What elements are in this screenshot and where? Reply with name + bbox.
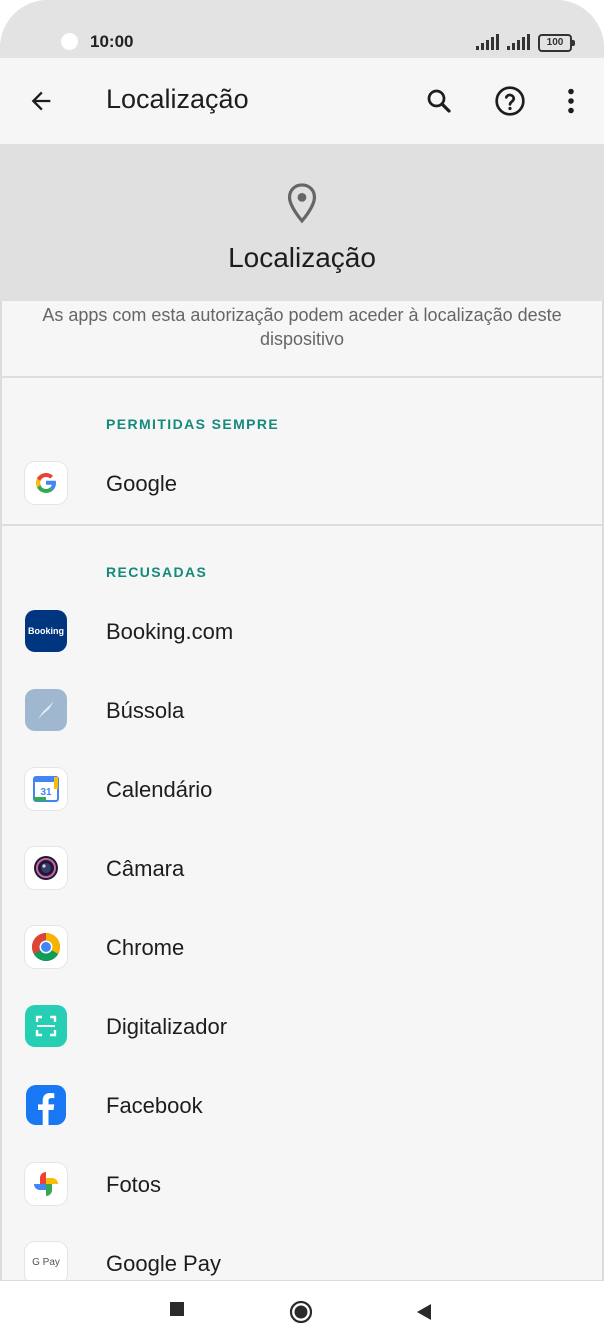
app-row-facebook[interactable]: Facebook bbox=[0, 1070, 604, 1146]
app-name: Digitalizador bbox=[106, 1014, 228, 1039]
signal-icon bbox=[507, 34, 530, 50]
app-name: Fotos bbox=[106, 1172, 162, 1197]
app-row-photos[interactable]: Fotos bbox=[0, 1149, 604, 1225]
divider bbox=[0, 524, 604, 526]
svg-text:31: 31 bbox=[40, 787, 52, 798]
google-icon bbox=[25, 462, 67, 504]
phone-screen: 10:00 100 Localização Localização As app… bbox=[0, 0, 604, 1344]
navigation-bar bbox=[0, 1280, 604, 1344]
back-button[interactable] bbox=[18, 78, 64, 124]
camera-icon bbox=[25, 847, 67, 889]
permission-header: Localização bbox=[0, 144, 604, 301]
search-button[interactable] bbox=[416, 78, 462, 124]
app-name: Bússola bbox=[106, 698, 185, 723]
app-row-google[interactable]: Google bbox=[0, 448, 604, 524]
more-vert-icon bbox=[568, 88, 574, 114]
chrome-icon bbox=[25, 926, 67, 968]
photos-icon bbox=[25, 1163, 67, 1205]
app-row-booking[interactable]: Booking Booking.com bbox=[0, 596, 604, 672]
location-pin-icon bbox=[287, 183, 317, 224]
arrow-back-icon bbox=[31, 91, 51, 111]
app-name: Calendário bbox=[106, 777, 213, 802]
divider bbox=[0, 376, 604, 378]
help-button[interactable] bbox=[487, 78, 533, 124]
app-name: Chrome bbox=[106, 935, 185, 960]
search-icon bbox=[427, 89, 451, 113]
section-title-denied: RECUSADAS bbox=[106, 564, 208, 580]
status-bar: 10:00 100 bbox=[0, 0, 604, 58]
section-title-allowed: PERMITIDAS SEMPRE bbox=[106, 416, 280, 432]
more-options-button[interactable] bbox=[548, 78, 594, 124]
signal-icon bbox=[476, 34, 499, 50]
app-row-chrome[interactable]: Chrome bbox=[0, 912, 604, 988]
back-nav-button[interactable] bbox=[416, 1303, 432, 1321]
facebook-icon bbox=[25, 1084, 67, 1126]
app-name: Câmara bbox=[106, 856, 185, 881]
app-name: Facebook bbox=[106, 1093, 203, 1118]
header-title: Localização bbox=[228, 242, 376, 273]
booking-icon: Booking bbox=[25, 610, 67, 652]
app-row-calendar[interactable]: 31 Calendário bbox=[0, 754, 604, 830]
camera-cutout bbox=[61, 33, 78, 50]
app-row-camera[interactable]: Câmara bbox=[0, 833, 604, 909]
app-name: Google bbox=[106, 471, 177, 496]
google-pay-icon: G Pay bbox=[25, 1242, 67, 1284]
app-row-compass[interactable]: Bússola bbox=[0, 675, 604, 751]
help-icon bbox=[495, 86, 525, 116]
header-description: As apps com esta autorização podem acede… bbox=[42, 305, 562, 349]
app-name: Booking.com bbox=[106, 619, 234, 644]
recents-button[interactable] bbox=[169, 1301, 185, 1317]
scanner-icon bbox=[25, 1005, 67, 1047]
page-title: Localização bbox=[106, 84, 249, 114]
calendar-icon: 31 bbox=[25, 768, 67, 810]
app-row-scanner[interactable]: Digitalizador bbox=[0, 991, 604, 1067]
app-bar: Localização bbox=[0, 58, 604, 144]
home-button[interactable] bbox=[289, 1300, 313, 1324]
status-time: 10:00 bbox=[90, 32, 134, 51]
compass-icon bbox=[25, 689, 67, 731]
app-name: Google Pay bbox=[106, 1251, 221, 1276]
battery-icon: 100 bbox=[538, 34, 575, 52]
